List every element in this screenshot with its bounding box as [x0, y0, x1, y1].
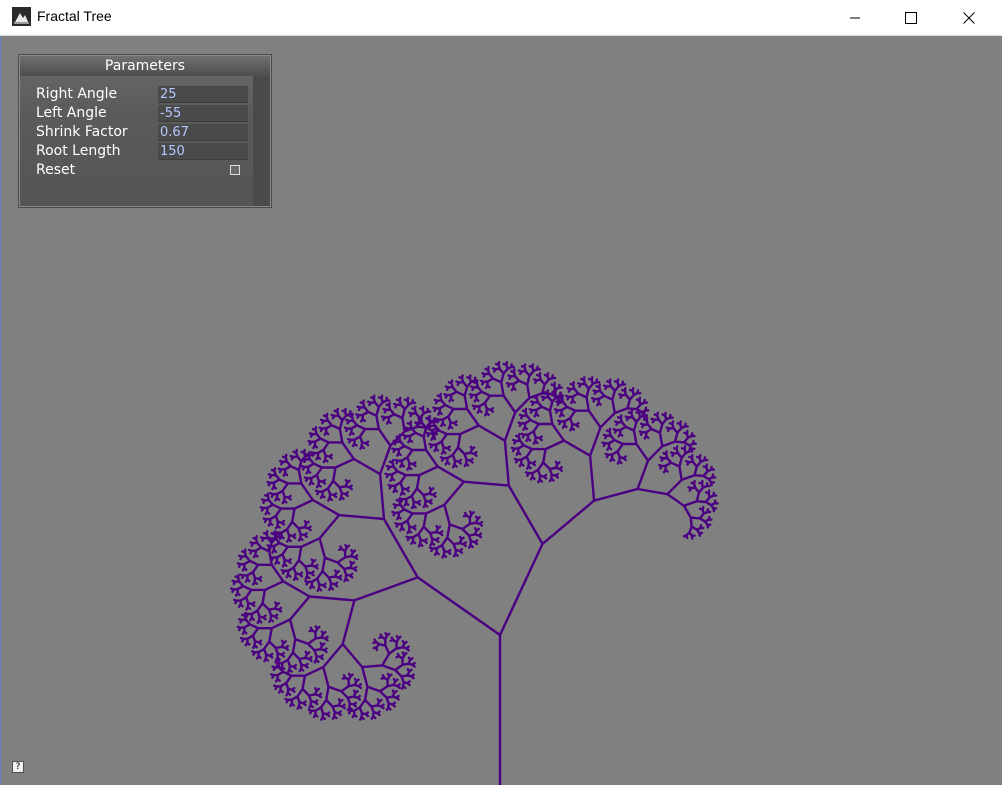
param-row-reset: Reset	[36, 161, 251, 180]
param-label: Root Length	[36, 143, 121, 159]
help-icon[interactable]: ?	[12, 761, 24, 773]
param-row-root-length: Root Length 150	[36, 142, 251, 161]
reset-button[interactable]	[230, 165, 240, 175]
panel-scrollbar[interactable]	[253, 76, 270, 206]
app-window: Fractal Tree Parameters Right Angle 25 L…	[0, 0, 1002, 785]
window-title: Fractal Tree	[37, 8, 112, 24]
close-icon	[963, 12, 975, 24]
left-angle-field[interactable]: -55	[158, 105, 248, 122]
minimize-icon	[850, 17, 860, 19]
fractal-tree-branches	[230, 361, 719, 785]
app-icon	[12, 7, 31, 26]
param-label: Right Angle	[36, 86, 118, 102]
maximize-button[interactable]	[888, 0, 934, 36]
shrink-factor-field[interactable]: 0.67	[158, 124, 248, 141]
canvas-area[interactable]: Parameters Right Angle 25 Left Angle -55…	[1, 37, 1001, 785]
param-label: Left Angle	[36, 105, 107, 121]
close-button[interactable]	[946, 0, 992, 36]
maximize-icon	[905, 12, 917, 24]
title-bar[interactable]: Fractal Tree	[0, 0, 1002, 36]
param-label: Shrink Factor	[36, 124, 128, 140]
parameters-panel[interactable]: Parameters Right Angle 25 Left Angle -55…	[19, 55, 271, 207]
param-row-left-angle: Left Angle -55	[36, 104, 251, 123]
minimize-button[interactable]	[832, 0, 878, 36]
reset-label: Reset	[36, 162, 76, 178]
panel-title: Parameters	[20, 56, 270, 76]
right-angle-field[interactable]: 25	[158, 86, 248, 103]
param-row-right-angle: Right Angle 25	[36, 85, 251, 104]
param-row-shrink-factor: Shrink Factor 0.67	[36, 123, 251, 142]
root-length-field[interactable]: 150	[158, 143, 248, 160]
